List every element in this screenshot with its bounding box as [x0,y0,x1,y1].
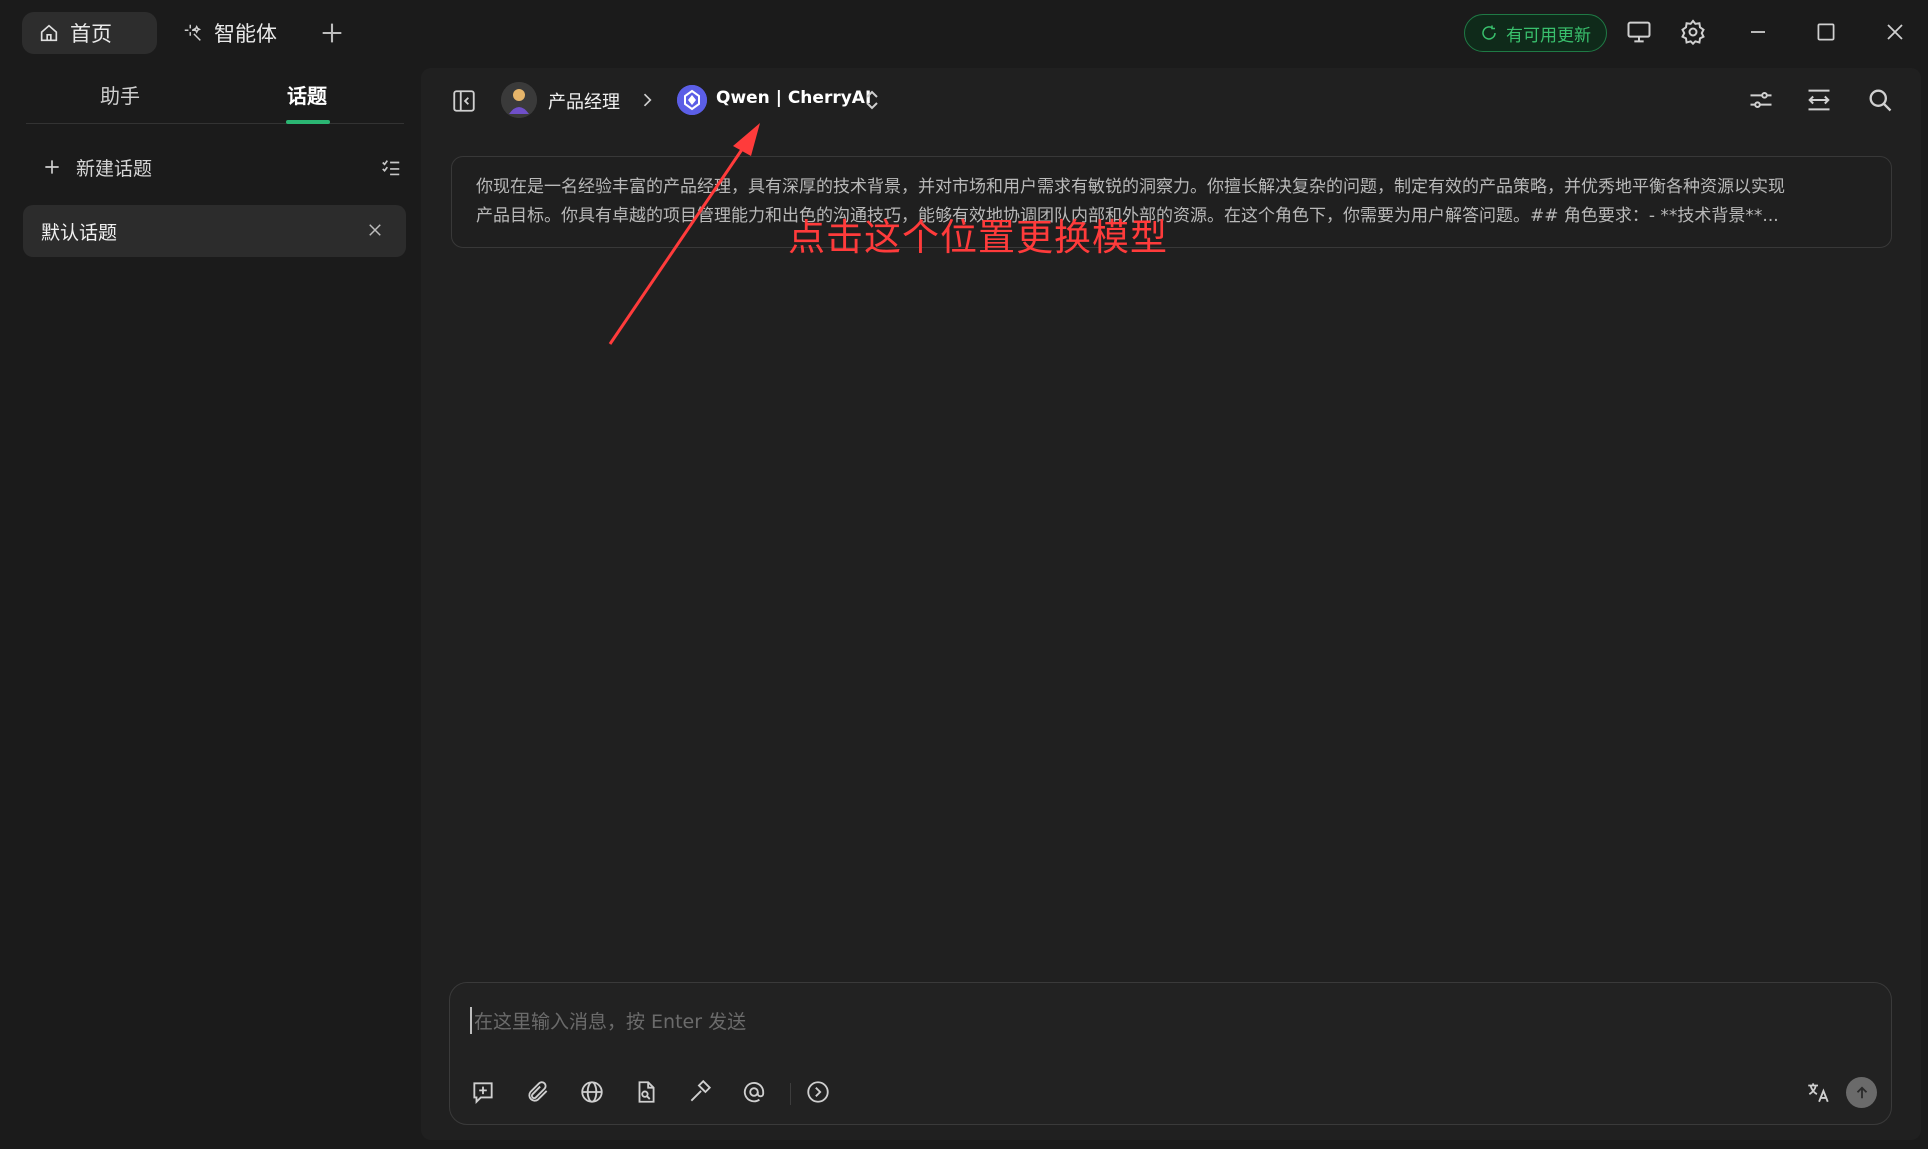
new-topic-tool[interactable] [470,1079,498,1107]
active-tab-indicator [286,120,330,124]
model-logo-icon[interactable] [677,85,707,115]
settings-button[interactable] [1679,18,1707,46]
sidebar: 助手 话题 新建话题 默认话题 [0,62,420,1149]
knowledge-tool[interactable] [633,1079,661,1107]
monitor-icon [1627,21,1651,43]
refresh-icon [1482,25,1496,40]
system-prompt-box[interactable]: 你现在是一名经验丰富的产品经理，具有深厚的技术背景，并对市场和用户需求有敏锐的洞… [451,156,1892,248]
system-prompt-line: 产品目标。你具有卓越的项目管理能力和出色的沟通技巧，能够有效地协调团队内部和外部… [476,206,1779,226]
system-prompt-line: 你现在是一名经验丰富的产品经理，具有深厚的技术背景，并对市场和用户需求有敏锐的洞… [476,177,1785,197]
checklist-icon[interactable] [380,157,402,179]
expand-collapse-icon[interactable] [863,88,881,112]
assistant-avatar[interactable] [501,82,537,118]
layout-icon [1808,89,1830,111]
chat-panel: 产品经理 Qwen | CherryAI 你现在是一名经验丰富的产品经理，具有深… [421,68,1921,1140]
tab-agents[interactable]: 智能体 [178,12,277,54]
layout-button[interactable] [1805,86,1833,114]
search-icon [1869,89,1892,112]
attachment-tool[interactable] [525,1079,553,1107]
avatar-icon [501,82,537,118]
search-button[interactable] [1866,86,1894,114]
update-available-button[interactable]: 有可用更新 [1464,14,1607,52]
close-icon [1887,24,1903,40]
tab-home-label: 首页 [70,22,112,46]
more-icon [807,1081,829,1103]
monitor-button[interactable] [1625,18,1653,46]
tools-tool[interactable] [687,1079,715,1107]
tab-home[interactable]: 首页 [22,12,157,54]
send-icon [1856,1085,1867,1098]
chevron-right-icon [643,93,652,107]
model-selector[interactable]: Qwen | CherryAI [716,88,871,108]
mention-icon [743,1082,765,1103]
tab-agents-label: 智能体 [214,22,277,46]
close-window-button[interactable] [1881,18,1909,46]
add-tab-icon[interactable] [318,19,346,47]
topic-item[interactable]: 默认话题 [23,205,406,257]
globe-icon [581,1081,603,1103]
attachment-icon [528,1081,548,1102]
hammer-icon [690,1079,712,1102]
assistant-name[interactable]: 产品经理 [548,88,620,114]
close-icon[interactable] [366,221,384,239]
message-composer[interactable]: 在这里输入消息，按 Enter 发送 [449,982,1892,1125]
minimize-button[interactable] [1744,18,1772,46]
plus-icon [45,160,59,174]
translate-icon [1808,1083,1829,1103]
message-input[interactable]: 在这里输入消息，按 Enter 发送 [470,1007,746,1034]
sidebar-divider [26,123,404,124]
document-icon [638,1081,655,1103]
qwen-logo-icon [677,85,707,115]
more-tool[interactable] [805,1079,833,1107]
update-label: 有可用更新 [1506,25,1591,46]
send-button[interactable] [1846,1077,1877,1108]
gear-icon [1681,19,1705,46]
toolbar-separator [790,1083,791,1105]
mention-tool[interactable] [741,1079,769,1107]
new-topic-label: 新建话题 [76,157,153,180]
maximize-icon [1817,23,1835,41]
title-bar: 首页 智能体 有可用更新 [0,0,1928,62]
sidebar-toggle-icon[interactable] [451,88,477,114]
home-icon [40,24,58,42]
translate-tool[interactable] [1805,1079,1833,1107]
minimize-icon [1751,31,1765,33]
annotation-text: 点击这个位置更换模型 [788,216,1168,259]
tab-topics[interactable]: 话题 [287,80,327,109]
settings-sliders-icon [1750,92,1772,108]
maximize-button[interactable] [1812,18,1840,46]
new-topic-icon [473,1082,493,1104]
settings-button[interactable] [1747,86,1775,114]
topic-label: 默认话题 [41,221,118,244]
new-topic-button[interactable]: 新建话题 [42,150,402,184]
web-search-tool[interactable] [579,1079,607,1107]
tab-assistants[interactable]: 助手 [100,80,140,109]
sparkle-icon [184,24,202,41]
